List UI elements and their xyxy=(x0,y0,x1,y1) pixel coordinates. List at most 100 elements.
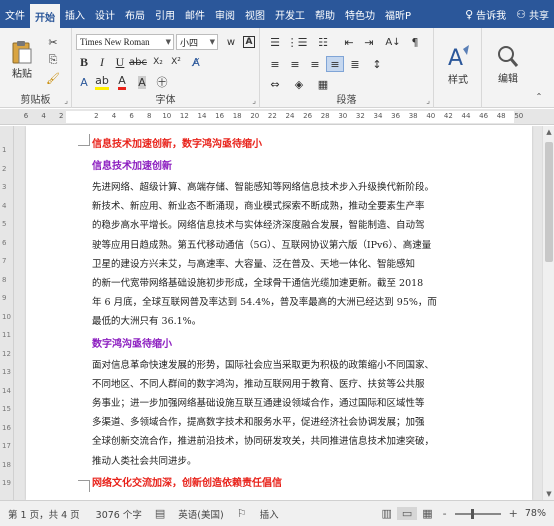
clear-format-button[interactable]: A̸ xyxy=(188,54,204,70)
font-size-value: 小四 xyxy=(180,38,199,49)
tab-layout[interactable]: 布局 xyxy=(120,0,150,28)
document-icon[interactable]: ▤ xyxy=(150,507,170,520)
increase-indent-button[interactable]: ⇥ xyxy=(360,34,378,50)
tab-special[interactable]: 特色功 xyxy=(340,0,380,28)
line-spacing-button[interactable]: ↕ xyxy=(368,56,386,72)
language[interactable]: 英语(美国) xyxy=(170,507,231,521)
tab-review[interactable]: 审阅 xyxy=(210,0,240,28)
font-color-button[interactable]: A xyxy=(114,74,130,90)
subscript-icon: X₂ xyxy=(153,57,163,67)
print-layout-icon[interactable]: ▭ xyxy=(396,507,418,520)
char-border-button[interactable]: A xyxy=(240,33,258,51)
tell-me-box[interactable]: ♀ 告诉我 xyxy=(460,0,511,28)
superscript-button[interactable]: X² xyxy=(168,54,184,70)
scroll-thumb[interactable] xyxy=(545,142,553,262)
decrease-indent-button[interactable]: ⇤ xyxy=(340,34,358,50)
paragraph-group: ☰ ⋮☰ ☷ ⇤ ⇥ A↓ ¶ ≡ ≡ ≡ ≡ ≣ ↕ ⇔ ◈ ▦ 段落 ⌟ xyxy=(260,28,434,108)
scroll-down-icon[interactable]: ▼ xyxy=(543,488,554,500)
paste-button[interactable]: 粘贴 xyxy=(4,32,40,86)
numbering-button[interactable]: ⋮☰ xyxy=(287,34,308,50)
paintbrush-icon: 🖌 xyxy=(46,71,60,85)
share-button[interactable]: ⚇ 共享 xyxy=(511,0,554,28)
subscript-button[interactable]: X₂ xyxy=(150,54,166,70)
underline-button[interactable]: U xyxy=(112,54,128,70)
vertical-ruler[interactable]: 1 2 3 4 5 6 7 8 9 10 11 12 13 14 15 16 17 18 19 xyxy=(0,126,14,500)
vertical-ruler-number: 18 xyxy=(2,460,11,469)
ruler-number: 16 xyxy=(215,112,225,120)
bold-button[interactable]: B xyxy=(76,54,92,70)
font-group-label: 字体 xyxy=(155,95,176,106)
tab-developer[interactable]: 开发工 xyxy=(270,0,310,28)
sort-button[interactable]: A↓ xyxy=(384,34,402,50)
page-count[interactable]: 第 1 页，共 4 页 xyxy=(0,507,88,521)
editing-button[interactable]: 编辑 xyxy=(488,34,528,94)
tab-file[interactable]: 文件 xyxy=(0,0,30,28)
font-name-combo[interactable]: Times New Roman ▼ xyxy=(76,34,174,50)
char-shading-button[interactable]: A xyxy=(134,74,150,90)
font-size-combo[interactable]: 小四 ▼ xyxy=(176,34,218,50)
tab-foxit[interactable]: 福昕P xyxy=(380,0,416,28)
tab-design[interactable]: 设计 xyxy=(90,0,120,28)
paragraph-1: 先进网络、超级计算、高端存储、智能感知等网络信息技术步入升级换代新阶段。 新技术… xyxy=(92,178,492,332)
styles-button[interactable]: A 样式 xyxy=(438,34,478,94)
search-icon xyxy=(498,45,519,67)
tab-view[interactable]: 视图 xyxy=(240,0,270,28)
launcher-icon[interactable]: ⌟ xyxy=(426,96,430,105)
tab-help[interactable]: 帮助 xyxy=(310,0,340,28)
bullets-button[interactable]: ☰ xyxy=(266,34,284,50)
wen-button[interactable]: w xyxy=(222,33,240,51)
align-center-button[interactable]: ≡ xyxy=(286,56,304,72)
zoom-slider-knob[interactable] xyxy=(471,508,475,519)
vertical-scrollbar[interactable]: ▲ ▼ xyxy=(542,126,554,500)
tab-insert[interactable]: 插入 xyxy=(60,0,90,28)
italic-icon: I xyxy=(100,54,104,69)
editing-label: 编辑 xyxy=(498,73,518,85)
tab-references[interactable]: 引用 xyxy=(150,0,180,28)
read-mode-icon[interactable]: ▥ xyxy=(376,507,396,520)
horizontal-ruler[interactable]: 6 4 2 2 4 6 8 10 12 14 16 18 20 22 24 26 28 30 32 34 36 38 40 4… xyxy=(0,109,554,125)
subheading-2: 数字鸿沟亟待缩小 xyxy=(92,338,172,350)
scroll-up-icon[interactable]: ▲ xyxy=(543,126,554,138)
zoom-in-button[interactable]: + xyxy=(504,507,523,520)
word-count[interactable]: 3076 个字 xyxy=(88,507,150,521)
text-line: 新技术、新应用、新业态不断涌现，商业模式探索不断成熟，推动全要素生产率 xyxy=(92,201,425,213)
insert-mode[interactable]: 插入 xyxy=(252,507,287,521)
paragraph-2: 面对信息革命快速发展的形势，国际社会应当采取更为积极的政策缩小不同国家、 不同地… xyxy=(92,356,492,471)
format-painter-button[interactable]: 🖌 xyxy=(44,70,62,86)
tab-mailings[interactable]: 邮件 xyxy=(180,0,210,28)
zoom-slider[interactable] xyxy=(454,508,501,519)
borders-icon: ▦ xyxy=(317,77,329,91)
show-marks-button[interactable]: ¶ xyxy=(406,34,424,50)
multilevel-list-button[interactable]: ☷ xyxy=(314,34,332,50)
zoom-out-button[interactable]: - xyxy=(438,507,452,520)
justify-button[interactable]: ≡ xyxy=(326,56,344,72)
distributed-button[interactable]: ≣ xyxy=(346,56,364,72)
cut-button[interactable]: ✂ xyxy=(44,34,62,50)
zoom-level[interactable]: 78% xyxy=(523,508,554,519)
text-line: 驶等应用日趋成熟。第五代移动通信（5G）、互联网协议第六版（IPv6）、高速量 xyxy=(92,239,432,251)
launcher-icon[interactable]: ⌟ xyxy=(64,96,68,105)
superscript-icon: X² xyxy=(171,57,181,67)
text-effects-button[interactable]: A xyxy=(76,74,92,90)
document-page[interactable]: 信息技术加速创新，数字鸿沟亟待缩小 信息技术加速创新 先进网络、超级计算、高端存… xyxy=(26,126,532,500)
increase-indent-icon: ⇥ xyxy=(364,35,374,49)
accessibility-icon[interactable]: ⚐ xyxy=(232,507,252,520)
align-right-button[interactable]: ≡ xyxy=(306,56,324,72)
enclose-char-button[interactable]: ㊉ xyxy=(154,74,170,90)
chinese-layout-button[interactable]: ⇔ xyxy=(266,76,284,92)
copy-button[interactable]: ⎘ xyxy=(44,52,62,68)
collapse-ribbon-button[interactable]: ⌃ xyxy=(532,90,546,102)
shading-button[interactable]: ◈ xyxy=(290,76,308,92)
highlight-button[interactable]: ab xyxy=(94,74,110,90)
strikethrough-button[interactable]: abc xyxy=(129,54,147,70)
italic-button[interactable]: I xyxy=(94,54,110,70)
web-layout-icon[interactable]: ▦ xyxy=(417,507,437,520)
strikethrough-icon: abc xyxy=(129,56,147,68)
align-left-button[interactable]: ≡ xyxy=(266,56,284,72)
vertical-ruler-number: 10 xyxy=(2,312,11,321)
launcher-icon[interactable]: ⌟ xyxy=(252,96,256,105)
decrease-indent-icon: ⇤ xyxy=(344,35,354,49)
paste-label: 粘贴 xyxy=(12,68,32,80)
tab-home[interactable]: 开始 xyxy=(30,4,60,28)
borders-button[interactable]: ▦ xyxy=(314,76,332,92)
